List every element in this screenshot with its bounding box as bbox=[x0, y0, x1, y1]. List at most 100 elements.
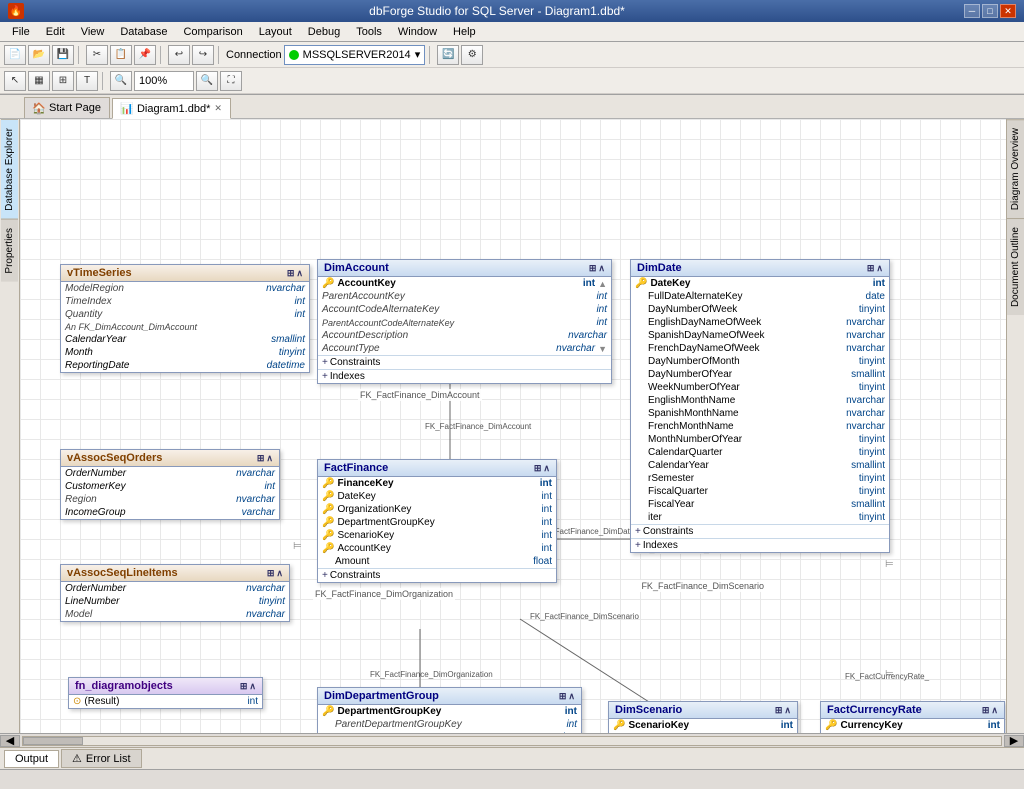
scroll-left-button[interactable]: ◀ bbox=[0, 735, 20, 747]
tab-output[interactable]: Output bbox=[4, 750, 59, 768]
sidebar-item-diagram-overview[interactable]: Diagram Overview bbox=[1007, 119, 1024, 218]
copy-button[interactable]: 📋 bbox=[110, 45, 132, 65]
menu-debug[interactable]: Debug bbox=[300, 24, 348, 40]
cut-button[interactable]: ✂ bbox=[86, 45, 108, 65]
menu-edit[interactable]: Edit bbox=[38, 24, 73, 40]
scrollbar-thumb[interactable] bbox=[23, 737, 83, 745]
field-row: FullDateAlternateKey date bbox=[631, 290, 889, 303]
zoom-in-button[interactable]: 🔍 bbox=[110, 71, 132, 91]
collapse-icon[interactable]: ∧ bbox=[784, 705, 791, 716]
expand-icon[interactable]: ⊞ bbox=[775, 705, 783, 716]
expand-icon[interactable]: ⊞ bbox=[287, 268, 295, 279]
minimize-button[interactable]: ─ bbox=[964, 4, 980, 18]
redo-button[interactable]: ↪ bbox=[192, 45, 214, 65]
sidebar-item-database-explorer[interactable]: Database Explorer bbox=[1, 119, 18, 219]
table-fn-diagramobjects[interactable]: fn_diagramobjects ⊞ ∧ ⊙ (Result) int bbox=[68, 677, 263, 709]
constraints-section[interactable]: + Constraints bbox=[631, 524, 889, 538]
right-panel: Diagram Overview Document Outline bbox=[1006, 119, 1024, 733]
menu-tools[interactable]: Tools bbox=[348, 24, 390, 40]
undo-button[interactable]: ↩ bbox=[168, 45, 190, 65]
tab-error-list[interactable]: ⚠ Error List bbox=[61, 749, 142, 768]
table-DimDate[interactable]: DimDate ⊞ ∧ 🔑 DateKey int FullDateAltern… bbox=[630, 259, 890, 553]
collapse-icon[interactable]: ∧ bbox=[543, 463, 550, 474]
collapse-icon[interactable]: ∧ bbox=[991, 705, 998, 716]
close-button[interactable]: ✕ bbox=[1000, 4, 1016, 18]
tabs-bar: 🏠 Start Page 📊 Diagram1.dbd* ✕ bbox=[0, 95, 1024, 119]
table-vAssocSeqOrders-title: vAssocSeqOrders bbox=[67, 452, 162, 464]
zoom-out-button[interactable]: 🔍 bbox=[196, 71, 218, 91]
menu-view[interactable]: View bbox=[73, 24, 113, 40]
tab-start-page[interactable]: 🏠 Start Page bbox=[24, 97, 110, 118]
expand-icon[interactable]: ⊞ bbox=[589, 263, 597, 274]
new-button[interactable]: 📄 bbox=[4, 45, 26, 65]
refresh-button[interactable]: 🔄 bbox=[437, 45, 459, 65]
menu-comparison[interactable]: Comparison bbox=[175, 24, 250, 40]
maximize-button[interactable]: □ bbox=[982, 4, 998, 18]
expand-icon[interactable]: ⊞ bbox=[257, 453, 265, 464]
expand-icon[interactable]: ⊞ bbox=[534, 463, 542, 474]
DimDate-title: DimDate bbox=[637, 262, 682, 274]
sidebar-item-document-outline[interactable]: Document Outline bbox=[1007, 218, 1024, 315]
collapse-icon[interactable]: ∧ bbox=[568, 691, 575, 702]
FactFinance-title: FactFinance bbox=[324, 462, 388, 474]
menu-help[interactable]: Help bbox=[445, 24, 484, 40]
save-button[interactable]: 💾 bbox=[52, 45, 74, 65]
constraints-section[interactable]: + Constraints bbox=[318, 355, 611, 369]
open-button[interactable]: 📂 bbox=[28, 45, 50, 65]
connection-selector[interactable]: MSSQLSERVER2014 ▾ bbox=[284, 45, 426, 65]
field-row: CustomerKey int bbox=[61, 480, 279, 493]
expand-icon[interactable]: ⊞ bbox=[267, 568, 275, 579]
fk-label-dimscenario: FK_FactFinance_DimScenario bbox=[639, 580, 766, 592]
field-row: An FK_DimAccount_DimAccount bbox=[61, 321, 309, 333]
collapse-icon[interactable]: ∧ bbox=[296, 268, 303, 279]
field-row: Amount float bbox=[318, 555, 556, 568]
window-controls[interactable]: ─ □ ✕ bbox=[964, 4, 1016, 18]
expand-icon[interactable]: ⊞ bbox=[240, 681, 248, 692]
field-row: DateKey int bbox=[821, 732, 1004, 733]
field-row: IncomeGroup varchar bbox=[61, 506, 279, 519]
collapse-icon[interactable]: ∧ bbox=[276, 568, 283, 579]
key-icon: 🔑 bbox=[613, 720, 625, 731]
field-row: DayNumberOfYear smallint bbox=[631, 368, 889, 381]
table-tool[interactable]: ▦ bbox=[28, 71, 50, 91]
menu-window[interactable]: Window bbox=[390, 24, 445, 40]
tab-close-button[interactable]: ✕ bbox=[214, 103, 222, 114]
table-FactCurrencyRate[interactable]: FactCurrencyRate ⊞ ∧ 🔑 CurrencyKey int D… bbox=[820, 701, 1005, 733]
constraints-section[interactable]: + Constraints bbox=[318, 568, 556, 582]
collapse-icon[interactable]: ∧ bbox=[266, 453, 273, 464]
field-row: ParentDepartmentGroupKey int bbox=[318, 718, 581, 731]
collapse-icon[interactable]: ∧ bbox=[876, 263, 883, 274]
text-tool[interactable]: T bbox=[76, 71, 98, 91]
tab-diagram[interactable]: 📊 Diagram1.dbd* ✕ bbox=[112, 98, 231, 119]
paste-button[interactable]: 📌 bbox=[134, 45, 156, 65]
scroll-right-button[interactable]: ▶ bbox=[1004, 735, 1024, 747]
pointer-tool[interactable]: ↖ bbox=[4, 71, 26, 91]
menu-file[interactable]: File bbox=[4, 24, 38, 40]
fit-button[interactable]: ⛶ bbox=[220, 71, 242, 91]
menu-database[interactable]: Database bbox=[112, 24, 175, 40]
table-DimDepartmentGroup[interactable]: DimDepartmentGroup ⊞ ∧ 🔑 DepartmentGroup… bbox=[317, 687, 582, 733]
table-vAssocSeqLineItems[interactable]: vAssocSeqLineItems ⊞ ∧ OrderNumber nvarc… bbox=[60, 564, 290, 622]
table-vAssocSeqOrders[interactable]: vAssocSeqOrders ⊞ ∧ OrderNumber nvarchar… bbox=[60, 449, 280, 520]
table-DimScenario[interactable]: DimScenario ⊞ ∧ 🔑 ScenarioKey int Scenar… bbox=[608, 701, 798, 733]
table-DimAccount[interactable]: DimAccount ⊞ ∧ 🔑 AccountKey int ▲ Parent… bbox=[317, 259, 612, 384]
table-FactFinance[interactable]: FactFinance ⊞ ∧ 🔑 FinanceKey int 🔑 DateK… bbox=[317, 459, 557, 583]
sidebar-item-properties[interactable]: Properties bbox=[1, 219, 18, 282]
indexes-section[interactable]: + Indexes bbox=[318, 369, 611, 383]
link-tool[interactable]: ⊞ bbox=[52, 71, 74, 91]
collapse-icon[interactable]: ∧ bbox=[598, 263, 605, 274]
table-vAssocSeqLineItems-header: vAssocSeqLineItems ⊞ ∧ bbox=[61, 565, 289, 582]
scrollbar-track[interactable] bbox=[22, 736, 1002, 746]
settings-button[interactable]: ⚙ bbox=[461, 45, 483, 65]
table-vTimeSeries[interactable]: vTimeSeries ⊞ ∧ ModelRegion nvarchar Tim… bbox=[60, 264, 310, 373]
zoom-level[interactable]: 100% bbox=[134, 71, 194, 91]
expand-icon[interactable]: ⊞ bbox=[867, 263, 875, 274]
expand-icon[interactable]: ⊞ bbox=[982, 705, 990, 716]
menu-layout[interactable]: Layout bbox=[251, 24, 300, 40]
horizontal-scrollbar[interactable]: ◀ ▶ bbox=[0, 733, 1024, 747]
indexes-section[interactable]: + Indexes bbox=[631, 538, 889, 552]
diagram-canvas[interactable]: FK_FactFinance_DimDate FK_FactFinance_Di… bbox=[20, 119, 1006, 733]
key-icon: 🔑 bbox=[322, 491, 334, 502]
collapse-icon[interactable]: ∧ bbox=[249, 681, 256, 692]
expand-icon[interactable]: ⊞ bbox=[559, 691, 567, 702]
